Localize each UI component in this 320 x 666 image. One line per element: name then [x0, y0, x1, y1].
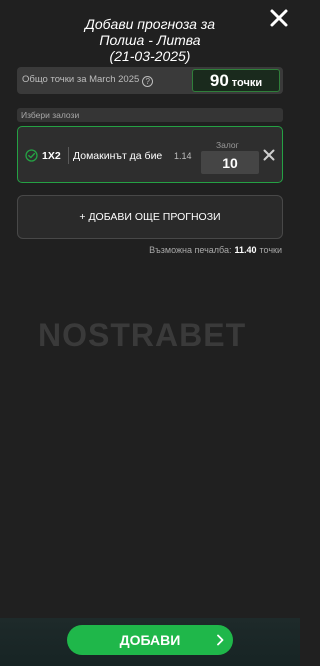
title-line-2: Полша - Литва	[99, 32, 201, 48]
points-number: 90	[209, 71, 229, 90]
add-button[interactable]: ДОБАВИ	[67, 625, 233, 655]
remove-bet-icon[interactable]	[263, 149, 275, 161]
bet-card[interactable]: 1X2 Домакинът да бие 1.14 Залог	[17, 126, 283, 183]
total-points-label: Общо точки за March 2025?	[22, 74, 154, 87]
watermark-logo: NOSTRABET	[38, 317, 247, 353]
total-points-value: 90 точки	[192, 69, 280, 92]
bet-selection: Домакинът да бие	[73, 150, 163, 162]
possible-win-unit: точки	[259, 245, 282, 255]
help-icon[interactable]: ?	[142, 76, 154, 87]
stake-input[interactable]	[201, 151, 259, 174]
add-more-predictions-button[interactable]: + ДОБАВИ ОЩЕ ПРОГНОЗИ	[17, 195, 283, 239]
possible-win-label: Възможна печалба:	[149, 245, 232, 255]
check-circle-icon	[25, 149, 38, 162]
close-icon[interactable]	[268, 7, 290, 29]
total-points-bar: Общо точки за March 2025? 90 точки	[17, 67, 283, 94]
add-button-label: ДОБАВИ	[119, 632, 181, 648]
title-line-3: (21-03-2025)	[109, 48, 191, 64]
chevron-right-icon	[217, 634, 224, 646]
bet-divider	[68, 147, 69, 164]
select-bets-label: Избери залози	[17, 108, 283, 122]
modal-title: Добави прогноза за Полша - Литва (21-03-…	[40, 16, 260, 64]
points-unit: точки	[231, 77, 263, 89]
title-line-1: Добави прогноза за	[85, 16, 215, 32]
total-points-text: Общо точки за March 2025	[22, 74, 140, 85]
bet-market: 1X2	[42, 150, 61, 162]
possible-win-amount: 11.40	[234, 245, 257, 255]
possible-win: Възможна печалба: 11.40 точки	[149, 245, 282, 255]
stake-label: Залог	[216, 140, 239, 150]
bet-odds: 1.14	[174, 151, 192, 161]
footer-bar: ДОБАВИ	[0, 618, 300, 666]
